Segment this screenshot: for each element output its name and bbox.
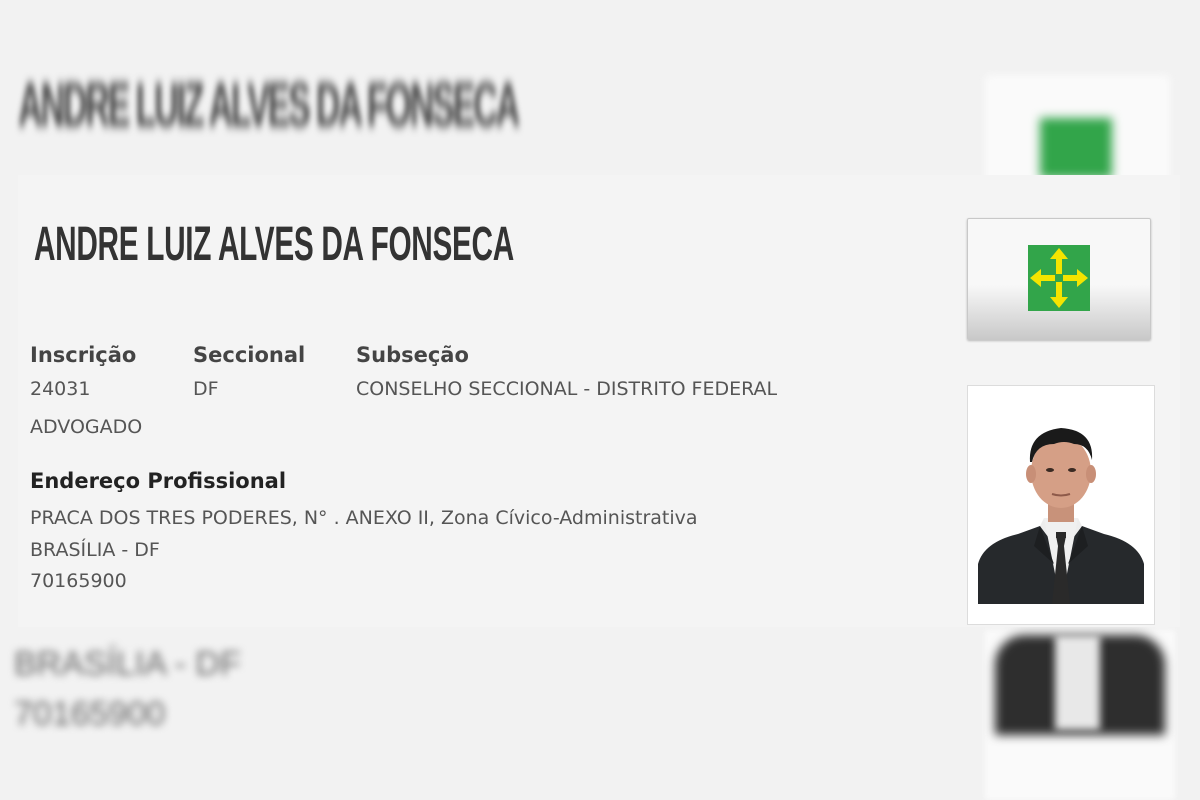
distrito-federal-flag-icon [1028,245,1090,311]
subsecao-value: CONSELHO SECCIONAL - DISTRITO FEDERAL [356,378,778,400]
lawyer-name: ANDRE LUIZ ALVES DA FONSECA [34,218,514,271]
seccional-label: Seccional [193,343,306,367]
category-value: ADVOGADO [30,416,143,438]
lawyer-profile-card: ANDRE LUIZ ALVES DA FONSECA Inscrição Se… [18,175,1180,627]
seccional-flag-box [967,218,1151,340]
address-line: PRACA DOS TRES PODERES, N° . ANEXO II, Z… [30,507,698,529]
seccional-value: DF [193,378,219,400]
address-zip: 70165900 [30,570,127,592]
blurred-zip: 70165900 [14,695,166,733]
lawyer-portrait-photo [978,414,1144,604]
address-city: BRASÍLIA - DF [30,539,160,561]
inscricao-value: 24031 [30,378,91,400]
profile-photo-frame [967,385,1155,625]
blurred-flag-icon [1040,118,1112,178]
subsecao-label: Subseção [356,343,469,367]
inscricao-label: Inscrição [30,343,137,367]
blurred-city: BRASÍLIA - DF [14,645,241,683]
address-title: Endereço Profissional [30,469,287,493]
blurred-name: ANDRE LUIZ ALVES DA FONSECA [18,71,520,140]
blurred-shirt [1055,635,1100,730]
